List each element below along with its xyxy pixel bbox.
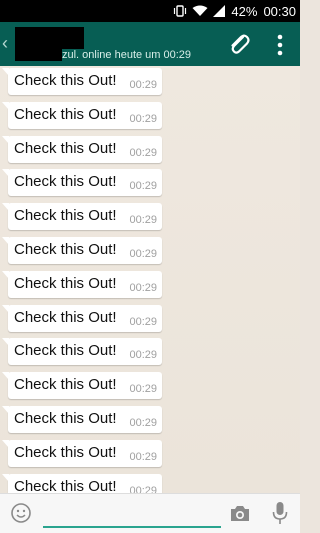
bubble-tail: [2, 304, 9, 313]
bubble-tail: [2, 473, 9, 482]
message-time: 00:29: [129, 417, 157, 429]
avatar[interactable]: [15, 27, 62, 61]
message-text: Check this Out!: [14, 477, 117, 493]
message-time: 00:29: [129, 112, 157, 125]
bubble-tail: [2, 439, 9, 448]
message-time: 00:29: [129, 214, 157, 227]
message-bubble[interactable]: Check this Out! 00:29: [2, 338, 162, 366]
message-text: Check this Out!: [14, 207, 117, 225]
camera-icon[interactable]: [229, 503, 251, 523]
message-input[interactable]: [43, 502, 221, 528]
bubble-tail: [2, 68, 9, 76]
contact-name[interactable]: [62, 27, 84, 49]
message-list[interactable]: Check this Out! 00:29 Check this Out! 00:29…: [0, 66, 300, 493]
paperclip-icon[interactable]: [226, 31, 252, 57]
message-bubble[interactable]: Check this Out! 00:29: [2, 169, 162, 197]
message-time: 00:29: [129, 383, 157, 396]
message-time: 00:29: [129, 180, 157, 193]
message-text: Check this Out!: [14, 443, 117, 461]
microphone-icon[interactable]: [272, 501, 288, 525]
vibrate-icon: [174, 5, 187, 17]
bubble-tail: [2, 135, 9, 144]
message-bubble[interactable]: Check this Out! 00:29: [2, 439, 162, 467]
message-text: Check this Out!: [14, 410, 117, 427]
message-text: Check this Out!: [14, 105, 117, 123]
bubble-tail: [2, 270, 9, 279]
message-text: Check this Out!: [14, 173, 117, 191]
message-text: Check this Out!: [14, 241, 117, 258]
message-bubble[interactable]: Check this Out! 00:29: [2, 406, 162, 433]
message-bubble[interactable]: Check this Out! 00:29: [2, 304, 162, 332]
bubble-tail: [2, 338, 9, 347]
message-bubble[interactable]: Check this Out! 00:29: [2, 203, 162, 231]
emoji-icon[interactable]: [10, 502, 32, 524]
more-vertical-icon[interactable]: [270, 32, 290, 58]
battery-percentage: 42%: [231, 3, 258, 19]
message-bubble[interactable]: Check this Out! 00:29: [2, 237, 162, 264]
message-time: 00:29: [129, 248, 157, 260]
message-time: 00:29: [129, 349, 157, 362]
message-bubble[interactable]: Check this Out! 00:29: [2, 68, 162, 95]
bubble-tail: [2, 372, 9, 381]
message-bubble[interactable]: Check this Out! 00:29: [2, 101, 162, 129]
status-icons: [173, 5, 226, 17]
signal-icon: [213, 5, 226, 17]
message-text: Check this Out!: [14, 72, 117, 89]
message-time: 00:29: [129, 79, 157, 91]
composer-bar: [0, 493, 300, 533]
message-text: Check this Out!: [14, 274, 117, 292]
last-seen-status: zul. online heute um 00:29: [62, 49, 192, 61]
message-text: Check this Out!: [14, 376, 117, 394]
message-bubble[interactable]: Check this Out! 00:29: [2, 270, 162, 298]
message-text: Check this Out!: [14, 308, 117, 326]
message-text: Check this Out!: [14, 139, 117, 157]
wifi-icon: [192, 5, 208, 16]
bubble-tail: [2, 237, 9, 245]
message-text: Check this Out!: [14, 342, 117, 360]
status-bar: 42% 00:30: [0, 0, 300, 22]
bubble-tail: [2, 169, 9, 178]
message-time: 00:29: [129, 281, 157, 294]
bubble-tail: [2, 203, 9, 212]
message-bubble[interactable]: Check this Out! 00:29: [2, 135, 162, 163]
message-time: 00:29: [129, 146, 157, 159]
bubble-tail: [2, 101, 9, 110]
message-bubble[interactable]: Check this Out! 00:29: [2, 473, 162, 493]
message-time: 00:29: [129, 315, 157, 328]
chevron-left-icon[interactable]: ‹: [2, 34, 8, 52]
bubble-tail: [2, 406, 9, 414]
clock: 00:30: [263, 3, 296, 19]
message-time: 00:29: [129, 484, 157, 493]
message-time: 00:29: [129, 450, 157, 463]
message-bubble[interactable]: Check this Out! 00:29: [2, 372, 162, 400]
